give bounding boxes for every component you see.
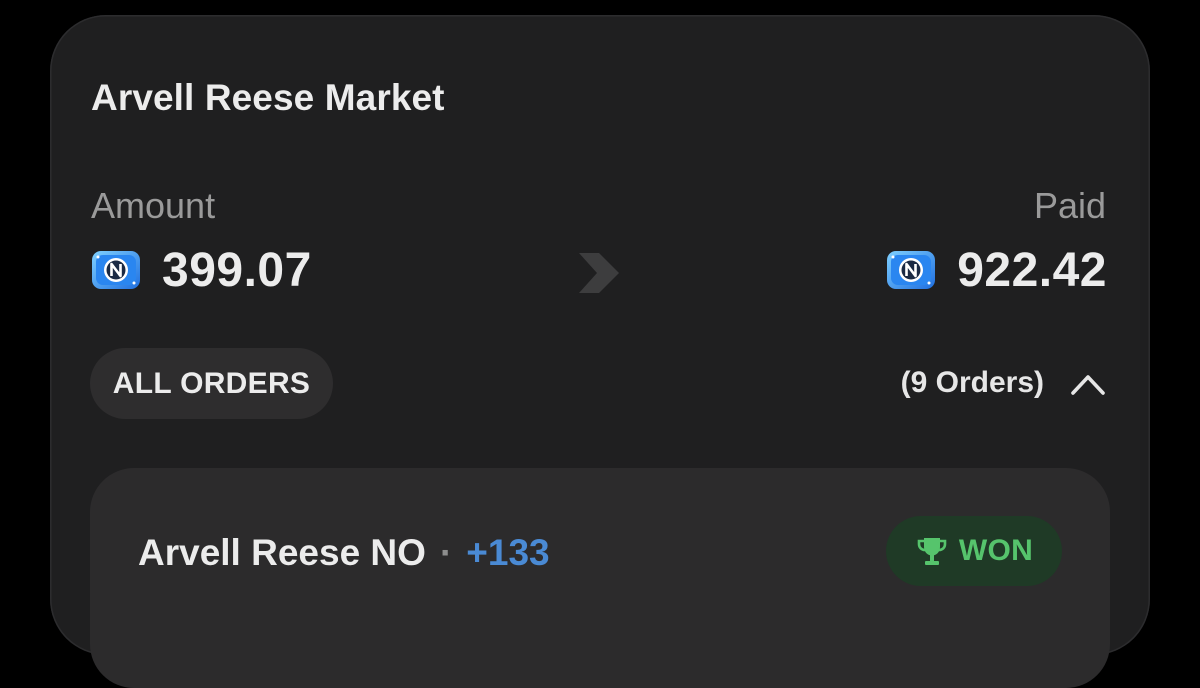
paid-value-row: 922.42 <box>885 243 1107 297</box>
order-item[interactable]: Arvell Reese NO · +133 WON <box>90 468 1110 688</box>
status-label: WON <box>958 534 1034 567</box>
market-title: Arvell Reese Market <box>91 77 445 118</box>
paid-value: 922.42 <box>957 243 1107 297</box>
amount-value-row: 399.07 <box>90 243 312 297</box>
status-badge: WON <box>886 516 1062 586</box>
amount-label: Amount <box>91 185 216 226</box>
order-title-row: Arvell Reese NO · +133 <box>138 532 550 574</box>
chevron-up-icon[interactable] <box>1070 371 1106 397</box>
order-delta: +133 <box>466 532 550 573</box>
orders-count: (9 Orders) <box>900 366 1044 399</box>
amount-value: 399.07 <box>162 243 312 297</box>
n-coin-icon <box>887 251 936 289</box>
paid-label: Paid <box>1033 185 1106 226</box>
order-title: Arvell Reese NO <box>138 532 426 573</box>
order-separator: · <box>439 532 453 573</box>
market-card: Arvell Reese Market Amount Paid 399.07 9… <box>50 15 1150 688</box>
trophy-icon <box>917 538 947 565</box>
n-coin-icon <box>92 251 140 289</box>
chevron-right-icon <box>579 253 619 293</box>
all-orders-button[interactable]: ALL ORDERS <box>90 348 333 419</box>
